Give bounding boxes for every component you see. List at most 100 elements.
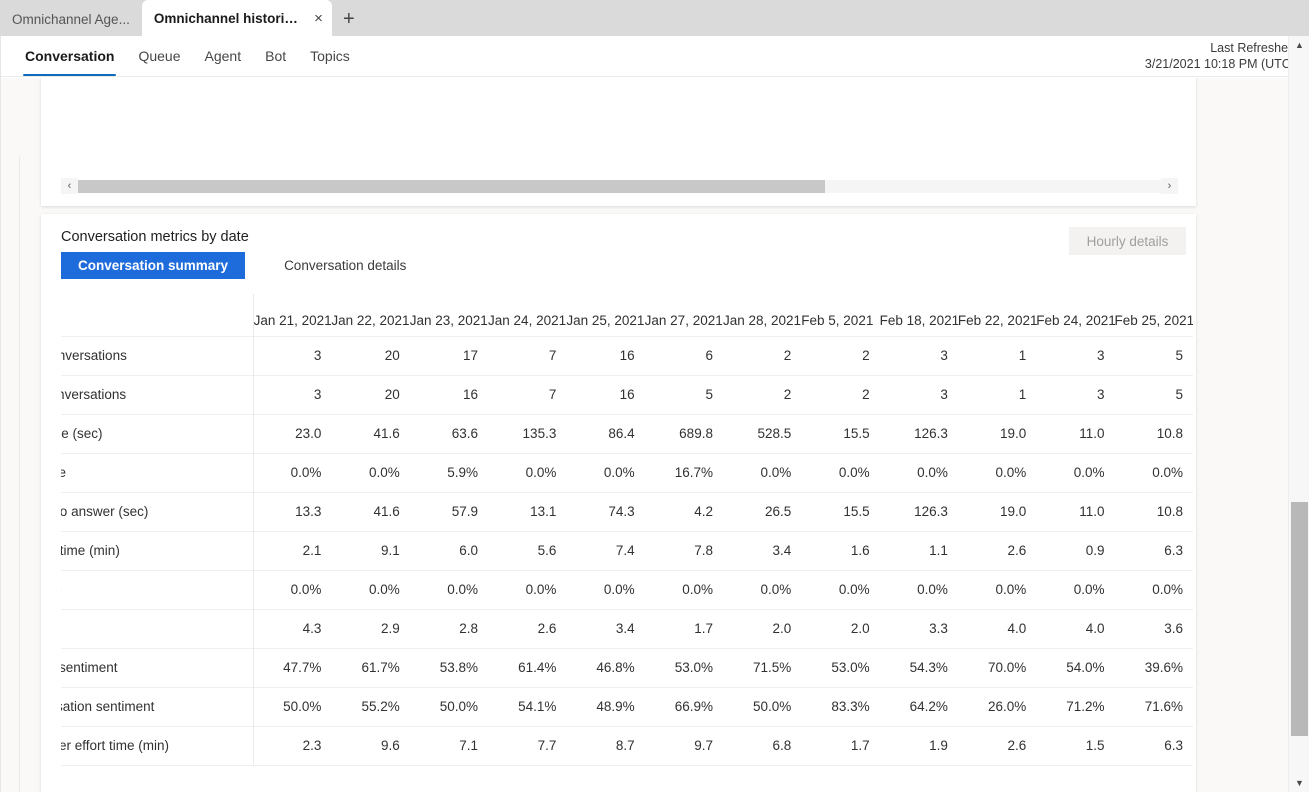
table-cell: 6 — [644, 335, 723, 375]
table-row-header[interactable]: Avg. speed to answer (sec) — [61, 491, 254, 531]
table-column-header[interactable]: Jan 24, 2021 — [488, 294, 566, 336]
table-cell: 61.4% — [488, 647, 567, 687]
table-row-header[interactable]: Abandon rate — [61, 452, 254, 492]
browser-tab-inactive[interactable]: Omnichannel Age... — [0, 2, 142, 36]
browser-tab-strip: Omnichannel Age... Omnichannel historica… — [0, 0, 1309, 36]
table-cell: 3.4 — [722, 530, 802, 570]
close-icon[interactable]: × — [311, 9, 326, 27]
tab-queue[interactable]: Queue — [126, 36, 192, 76]
table-column-header[interactable]: Feb 24, 2021 — [1036, 294, 1116, 336]
table-row-header[interactable]: Avg. conversation sentiment — [61, 686, 254, 726]
table-column-header[interactable]: Feb 5, 2021 — [801, 294, 879, 336]
table-cell: 54.0% — [1036, 647, 1115, 687]
table-cell: 0.0% — [488, 569, 567, 609]
table-cell: 7.4 — [566, 530, 645, 570]
table-column-header[interactable]: Jan 27, 2021 — [645, 294, 723, 336]
table-row-header[interactable]: Avg. survey sentiment — [61, 647, 254, 687]
table-cell: 63.6 — [409, 413, 489, 453]
table-cell: 13.1 — [488, 491, 567, 531]
table-cell: 0.0% — [253, 569, 332, 609]
table-cell: 1.1 — [879, 530, 958, 570]
tab-bot[interactable]: Bot — [253, 36, 298, 76]
table-cell: 41.6 — [331, 491, 410, 531]
metrics-table: Jan 21, 2021 Jan 22, 2021 Jan 23, 2021 Jan … — [61, 294, 1193, 766]
table-cell: 689.8 — [644, 413, 723, 453]
table-cell: 2.6 — [488, 608, 567, 648]
app-window: Conversation Queue Agent Bot Topics Last… — [0, 36, 1309, 792]
table-cell: 2.0 — [801, 608, 880, 648]
hscroll-thumb[interactable] — [78, 179, 826, 193]
canvas-left-rail — [1, 156, 20, 792]
table-cell: 1 — [957, 374, 1037, 414]
table-column-header[interactable]: Feb 25, 2021 — [1115, 294, 1193, 336]
table-row: Avg. wait time (sec)23.041.663.6135.386.… — [61, 413, 1193, 453]
scroll-right-icon[interactable]: › — [1161, 178, 1178, 194]
tab-conversation[interactable]: Conversation — [13, 36, 126, 76]
table-cell: 6.3 — [1114, 725, 1193, 766]
table-cell: 5 — [644, 374, 723, 414]
metrics-table-body: Incoming conversations320177166223135Eng… — [61, 335, 1193, 766]
table-cell: 9.1 — [331, 530, 410, 570]
table-cell: 4.3 — [253, 608, 332, 648]
table-column-header[interactable]: Jan 21, 2021 — [253, 294, 332, 336]
metrics-table-viewport[interactable]: Jan 21, 2021 Jan 22, 2021 Jan 23, 2021 Jan … — [61, 294, 1193, 776]
table-row-header[interactable]: Avg. CSAT — [61, 608, 254, 648]
table-cell: 50.0% — [409, 686, 489, 726]
table-row-header[interactable]: Avg. customer effort time (min) — [61, 725, 254, 766]
tab-label: Queue — [138, 48, 181, 64]
table-cell: 4.2 — [644, 491, 723, 531]
table-cell: 50.0% — [253, 686, 332, 726]
table-cell: 48.9% — [566, 686, 645, 726]
table-cell: 3 — [879, 335, 958, 375]
table-column-header[interactable]: Jan 23, 2021 — [410, 294, 488, 336]
pivot-conversation-details[interactable]: Conversation details — [267, 252, 423, 279]
table-cell: 71.6% — [1114, 686, 1193, 726]
plus-icon[interactable]: + — [332, 2, 366, 36]
table-cell: 66.9% — [644, 686, 723, 726]
table-cell: 11.0 — [1036, 413, 1115, 453]
table-cell: 3 — [253, 335, 332, 375]
table-column-header[interactable]: Feb 22, 2021 — [958, 294, 1038, 336]
table-cell: 13.3 — [253, 491, 332, 531]
table-row-header[interactable]: Avg. wait time (sec) — [61, 413, 254, 453]
tab-topics[interactable]: Topics — [298, 36, 362, 76]
pivot-conversation-summary[interactable]: Conversation summary — [61, 252, 246, 279]
table-cell: 0.0% — [879, 569, 958, 609]
table-row-header[interactable]: Incoming conversations — [61, 335, 254, 375]
scroll-left-icon[interactable]: ‹ — [61, 178, 78, 194]
table-cell: 20 — [331, 374, 410, 414]
table-row-header[interactable]: Transfer rate — [61, 569, 254, 609]
table-column-header[interactable]: Feb 18, 2021 — [880, 294, 960, 336]
table-cell: 2.1 — [253, 530, 332, 570]
hscroll-track[interactable] — [78, 179, 1161, 193]
table-cell: 0.0% — [1114, 569, 1193, 609]
chart-card-clipped: ‹ › — [41, 78, 1196, 206]
table-cell: 10.8 — [1114, 413, 1193, 453]
table-column-header[interactable]: Jan 22, 2021 — [331, 294, 409, 336]
table-cell: 0.0% — [801, 452, 880, 492]
page-vertical-scrollbar[interactable]: ▲ ▼ — [1288, 36, 1309, 792]
table-cell: 83.3% — [801, 686, 880, 726]
tab-agent[interactable]: Agent — [193, 36, 254, 76]
table-column-header[interactable]: Jan 25, 2021 — [566, 294, 644, 336]
scroll-down-icon[interactable]: ▼ — [1289, 774, 1309, 792]
table-row-header[interactable]: Engaged conversations — [61, 374, 254, 414]
table-row: Abandon rate0.0%0.0%5.9%0.0%0.0%16.7%0.0… — [61, 452, 1193, 492]
table-row-header[interactable]: Avg. handle time (min) — [61, 530, 254, 570]
report-nav-tabs: Conversation Queue Agent Bot Topics Last… — [1, 36, 1309, 77]
table-cell: 7.8 — [644, 530, 723, 570]
table-cell: 53.8% — [409, 647, 489, 687]
chart-card-hscrollbar[interactable]: ‹ › — [61, 178, 1178, 194]
table-cell: 17 — [409, 335, 489, 375]
scroll-up-icon[interactable]: ▲ — [1289, 36, 1309, 54]
table-column-header[interactable]: Jan 28, 2021 — [723, 294, 801, 336]
table-cell: 6.0 — [409, 530, 489, 570]
hourly-details-button[interactable]: Hourly details — [1069, 227, 1186, 255]
vscroll-thumb[interactable] — [1291, 502, 1308, 736]
table-cell: 53.0% — [801, 647, 880, 687]
browser-tab-label: Omnichannel historical an... — [153, 10, 302, 26]
table-cell: 15.5 — [801, 491, 880, 531]
table-cell: 0.0% — [409, 569, 489, 609]
tab-label: Bot — [265, 48, 287, 64]
browser-tab-active[interactable]: Omnichannel historical an... × — [141, 0, 332, 36]
